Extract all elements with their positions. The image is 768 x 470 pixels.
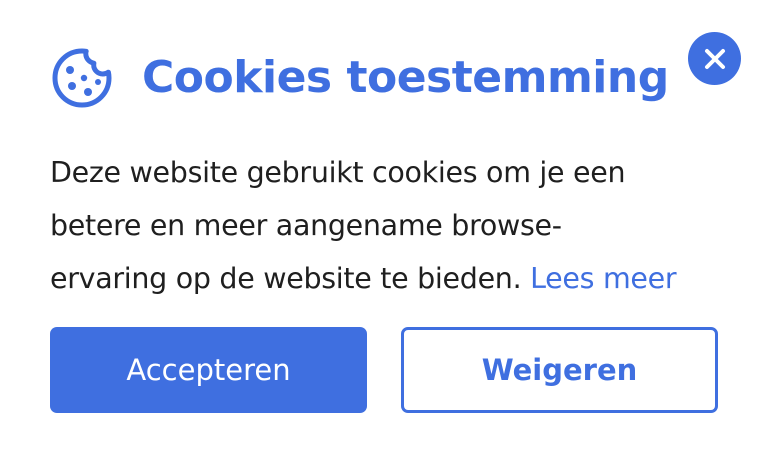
dialog-title: Cookies toestemming bbox=[142, 52, 669, 103]
read-more-link[interactable]: Lees meer bbox=[530, 262, 677, 295]
dialog-message: Deze website gebruikt cookies om je een … bbox=[50, 146, 740, 305]
message-line-text: ervaring op de website te bieden. bbox=[50, 262, 522, 295]
decline-button[interactable]: Weigeren bbox=[401, 327, 718, 413]
message-line: Deze website gebruikt cookies om je een bbox=[50, 156, 626, 189]
close-icon bbox=[704, 48, 725, 69]
accept-button-label: Accepteren bbox=[126, 353, 291, 387]
cookie-icon bbox=[52, 48, 112, 108]
dialog-header: Cookies toestemming bbox=[50, 46, 669, 110]
cookie-consent-dialog: Cookies toestemming Deze website gebruik… bbox=[0, 0, 768, 470]
accept-button[interactable]: Accepteren bbox=[50, 327, 367, 413]
message-line: betere en meer aangename browse- bbox=[50, 209, 562, 242]
message-line-last: ervaring op de website te bieden. Lees m… bbox=[50, 252, 740, 305]
decline-button-label: Weigeren bbox=[481, 353, 638, 387]
close-button[interactable] bbox=[688, 32, 741, 85]
